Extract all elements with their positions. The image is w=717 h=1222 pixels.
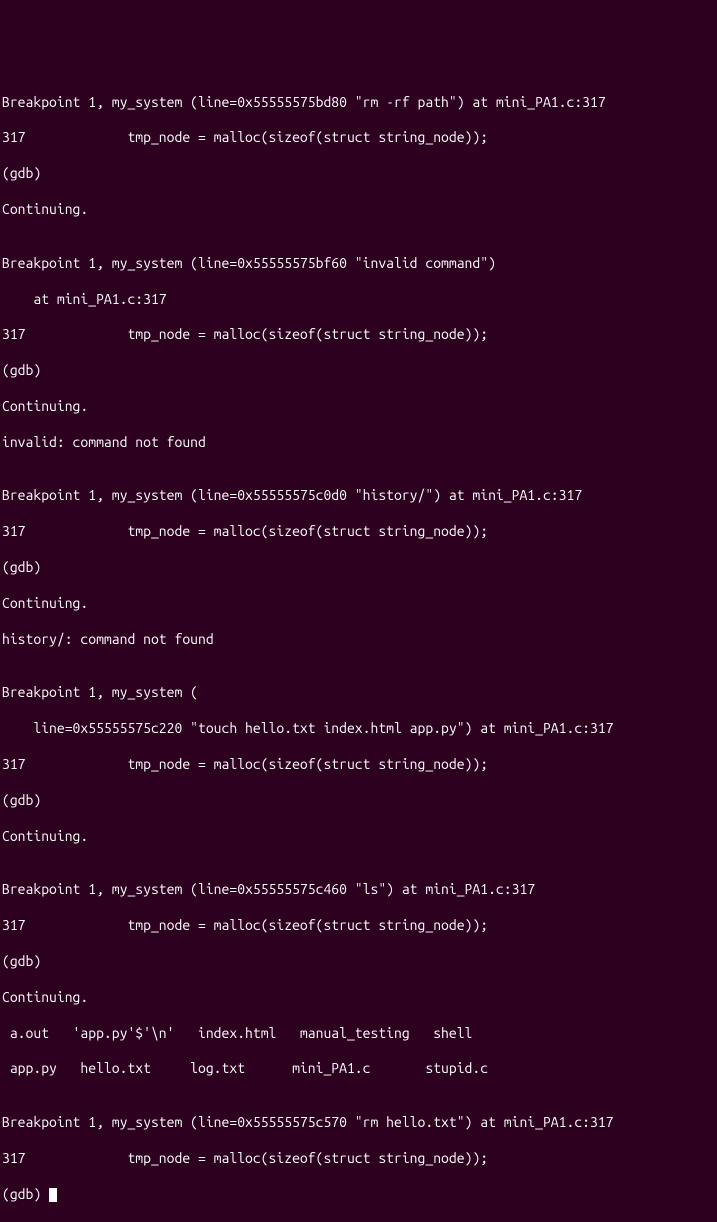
output-line: Continuing. — [2, 989, 715, 1007]
terminal-output[interactable]: Breakpoint 1, my_system (line=0x55555575… — [2, 76, 715, 706]
output-line: line=0x55555575c220 "touch hello.txt ind… — [2, 720, 715, 738]
output-line: Breakpoint 1, my_system (line=0x55555575… — [2, 881, 715, 899]
output-line: 317 tmp_node = malloc(sizeof(struct stri… — [2, 129, 715, 147]
output-line: (gdb) — [2, 165, 715, 183]
output-line: 317 tmp_node = malloc(sizeof(struct stri… — [2, 756, 715, 774]
output-line: Breakpoint 1, my_system (line=0x55555575… — [2, 487, 715, 505]
output-line: 317 tmp_node = malloc(sizeof(struct stri… — [2, 326, 715, 344]
output-line: Breakpoint 1, my_system (line=0x55555575… — [2, 94, 715, 112]
output-line: Continuing. — [2, 828, 715, 846]
output-line: 317 tmp_node = malloc(sizeof(struct stri… — [2, 917, 715, 935]
cursor-icon — [49, 1188, 57, 1202]
output-line: 317 tmp_node = malloc(sizeof(struct stri… — [2, 523, 715, 541]
output-line: (gdb) — [2, 953, 715, 971]
gdb-prompt: (gdb) — [2, 1186, 49, 1202]
output-line: a.out 'app.py'$'\n' index.html manual_te… — [2, 1025, 715, 1043]
output-line: Breakpoint 1, my_system ( — [2, 684, 715, 702]
output-line: history/: command not found — [2, 631, 715, 649]
output-line: Breakpoint 1, my_system (line=0x55555575… — [2, 255, 715, 273]
output-line: (gdb) — [2, 362, 715, 380]
output-line: app.py hello.txt log.txt mini_PA1.c stup… — [2, 1060, 715, 1078]
output-line: Continuing. — [2, 201, 715, 219]
output-line: at mini_PA1.c:317 — [2, 291, 715, 309]
output-line: (gdb) — [2, 792, 715, 810]
output-line: Breakpoint 1, my_system (line=0x55555575… — [2, 1114, 715, 1132]
prompt-line[interactable]: (gdb) — [2, 1186, 715, 1204]
output-line: Continuing. — [2, 398, 715, 416]
output-line: Continuing. — [2, 595, 715, 613]
output-line: 317 tmp_node = malloc(sizeof(struct stri… — [2, 1150, 715, 1168]
output-line: (gdb) — [2, 559, 715, 577]
output-line: invalid: command not found — [2, 434, 715, 452]
